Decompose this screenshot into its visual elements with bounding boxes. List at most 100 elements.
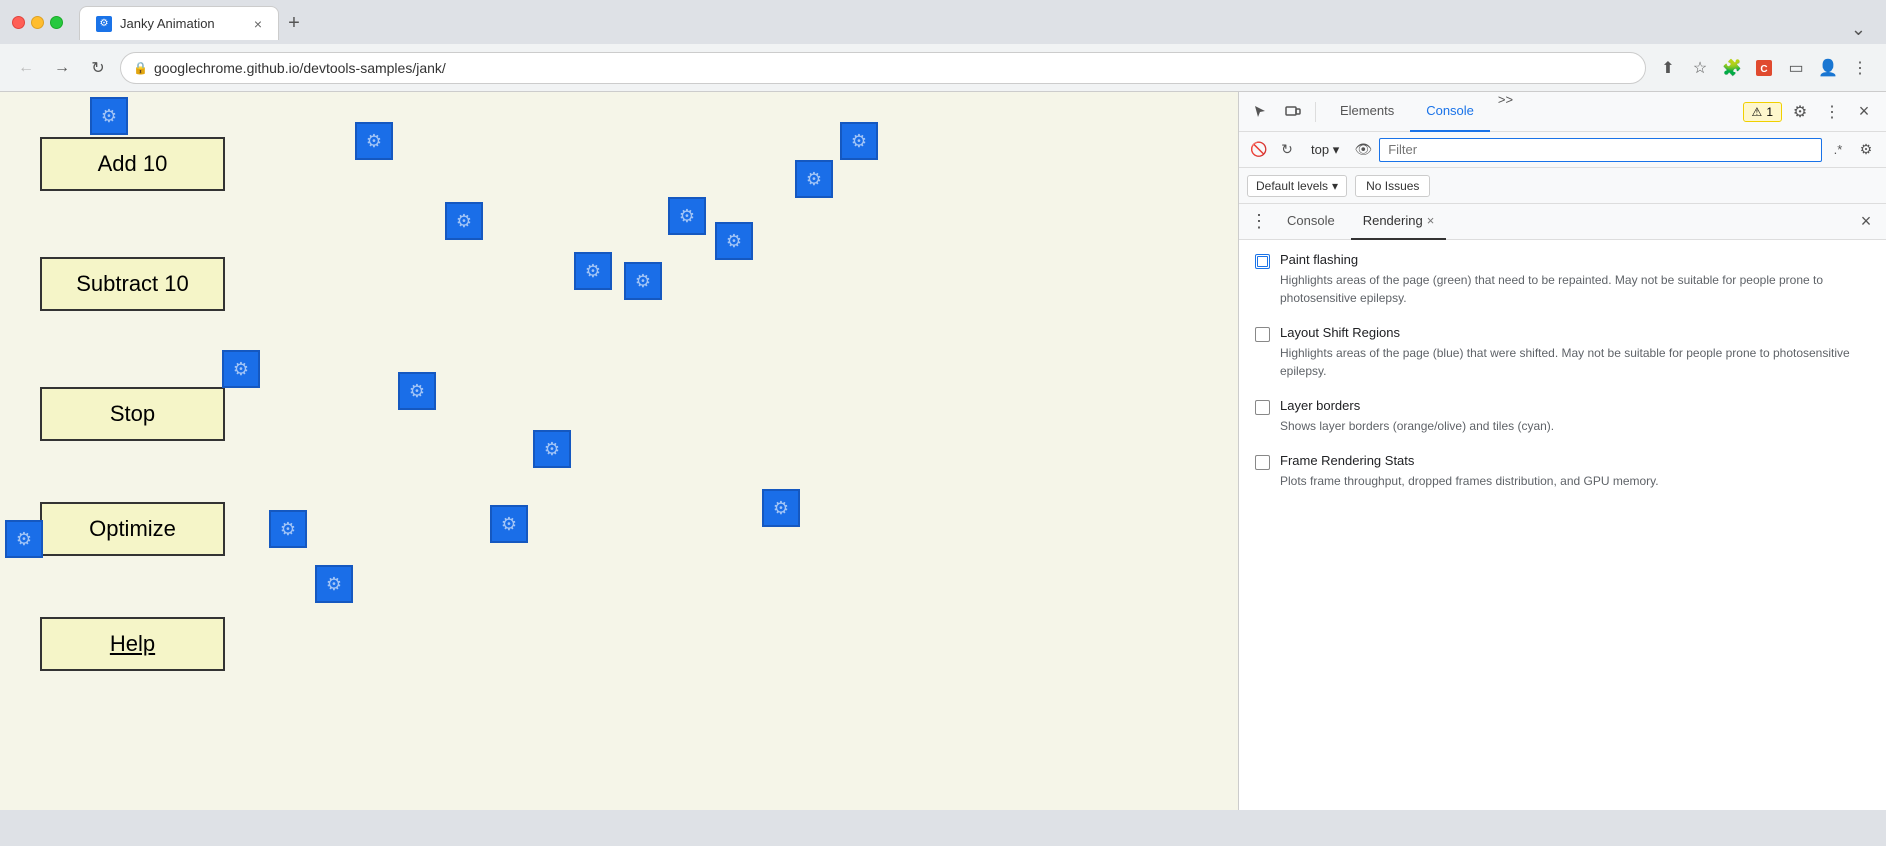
paint-flashing-header: Paint flashing	[1255, 252, 1870, 269]
tab-bar: Janky Animation × + ⌄	[79, 4, 1874, 40]
new-tab-button[interactable]: +	[279, 6, 309, 40]
devtools-tabs: Elements Console >>	[1324, 92, 1739, 132]
warning-badge[interactable]: ⚠ 1	[1743, 102, 1782, 122]
anim-box	[490, 505, 528, 543]
address-bar[interactable]: 🔒 googlechrome.github.io/devtools-sample…	[120, 52, 1646, 84]
maximize-traffic-light[interactable]	[50, 16, 63, 29]
responsive-design-icon[interactable]	[1279, 98, 1307, 126]
filter-regex-icon[interactable]: .*	[1826, 138, 1850, 162]
devtools-close-button[interactable]: ×	[1850, 98, 1878, 126]
drawer-tab-rendering[interactable]: Rendering ×	[1351, 204, 1447, 240]
frame-rendering-item: Frame Rendering Stats Plots frame throug…	[1255, 453, 1870, 490]
add-10-button[interactable]: Add 10	[40, 137, 225, 191]
default-levels-button[interactable]: Default levels ▾	[1247, 175, 1347, 197]
drawer-tab-console[interactable]: Console	[1275, 204, 1347, 240]
devtools-more-button[interactable]: ⋮	[1818, 98, 1846, 126]
forward-button[interactable]: →	[48, 54, 76, 82]
optimize-button[interactable]: Optimize	[40, 502, 225, 556]
minimize-traffic-light[interactable]	[31, 16, 44, 29]
stop-button[interactable]: Stop	[40, 387, 225, 441]
anim-box	[574, 252, 612, 290]
browser-menu-chevron[interactable]: ⌄	[1851, 19, 1866, 40]
console-clear-icon[interactable]: 🚫	[1247, 138, 1271, 162]
paint-flashing-checkbox[interactable]	[1255, 254, 1270, 269]
tab-favicon	[96, 16, 112, 32]
paint-flashing-desc: Highlights areas of the page (green) tha…	[1255, 271, 1870, 307]
url-text: googlechrome.github.io/devtools-samples/…	[154, 60, 1633, 76]
anim-box	[668, 197, 706, 235]
levels-bar: Default levels ▾ No Issues	[1239, 168, 1886, 204]
reload-button[interactable]: ↻	[84, 54, 112, 82]
anim-box	[533, 430, 571, 468]
no-issues-button[interactable]: No Issues	[1355, 175, 1430, 197]
separator	[1315, 102, 1316, 122]
console-eye-icon[interactable]: 👁	[1351, 138, 1375, 162]
paint-flashing-title: Paint flashing	[1280, 252, 1358, 267]
anim-box	[5, 520, 43, 558]
levels-chevron-icon: ▾	[1332, 179, 1338, 193]
console-refresh-icon[interactable]: ↻	[1275, 138, 1299, 162]
more-tabs-button[interactable]: >>	[1490, 92, 1521, 132]
nav-bar: ← → ↻ 🔒 googlechrome.github.io/devtools-…	[0, 44, 1886, 92]
share-button[interactable]: ⬆	[1654, 54, 1682, 82]
devtools-topbar: Elements Console >> ⚠ 1 ⚙ ⋮ ×	[1239, 92, 1886, 132]
console-filter-input[interactable]	[1379, 138, 1822, 162]
frame-rendering-checkbox[interactable]	[1255, 455, 1270, 470]
anim-box	[762, 489, 800, 527]
layer-borders-desc: Shows layer borders (orange/olive) and t…	[1255, 417, 1870, 435]
drawer-more-button[interactable]: ⋮	[1247, 210, 1271, 234]
layer-borders-item: Layer borders Shows layer borders (orang…	[1255, 398, 1870, 435]
layout-shift-title: Layout Shift Regions	[1280, 325, 1400, 340]
anim-box	[795, 160, 833, 198]
title-bar: Janky Animation × + ⌄	[0, 0, 1886, 44]
console-settings-icon[interactable]: ⚙	[1854, 138, 1878, 162]
main-area: Add 10 Subtract 10 Stop Optimize Help	[0, 92, 1886, 810]
layer-borders-title: Layer borders	[1280, 398, 1360, 413]
subtract-10-button[interactable]: Subtract 10	[40, 257, 225, 311]
back-button[interactable]: ←	[12, 54, 40, 82]
anim-box	[355, 122, 393, 160]
paint-flashing-item: Paint flashing Highlights areas of the p…	[1255, 252, 1870, 307]
anim-box	[840, 122, 878, 160]
extensions-button[interactable]: 🧩	[1718, 54, 1746, 82]
anim-box	[222, 350, 260, 388]
drawer-tabs: ⋮ Console Rendering × ×	[1239, 204, 1886, 240]
warning-icon: ⚠	[1752, 105, 1763, 119]
cursor-tool-icon[interactable]	[1247, 98, 1275, 126]
frame-rendering-title: Frame Rendering Stats	[1280, 453, 1414, 468]
nav-right-icons: ⬆ ☆ 🧩 C ▭ 👤 ⋮	[1654, 54, 1874, 82]
drawer-close-button[interactable]: ×	[1854, 210, 1878, 234]
layout-shift-desc: Highlights areas of the page (blue) that…	[1255, 344, 1870, 380]
rendering-tab-close-button[interactable]: ×	[1427, 213, 1435, 228]
console-toolbar: 🚫 ↻ top ▾ 👁 .* ⚙	[1239, 132, 1886, 168]
svg-text:C: C	[1760, 64, 1767, 75]
anim-box	[445, 202, 483, 240]
browser-menu-button[interactable]: ⋮	[1846, 54, 1874, 82]
tab-elements[interactable]: Elements	[1324, 92, 1410, 132]
anim-box	[90, 97, 128, 135]
top-context-selector[interactable]: top ▾	[1303, 142, 1347, 158]
layer-borders-checkbox[interactable]	[1255, 400, 1270, 415]
devtools-panel: Elements Console >> ⚠ 1 ⚙ ⋮ × 🚫 ↻	[1238, 92, 1886, 810]
devtools-settings-button[interactable]: ⚙	[1786, 98, 1814, 126]
close-traffic-light[interactable]	[12, 16, 25, 29]
anim-box	[715, 222, 753, 260]
frame-rendering-desc: Plots frame throughput, dropped frames d…	[1255, 472, 1870, 490]
devtools-extension-icon[interactable]: C	[1750, 54, 1778, 82]
anim-box	[624, 262, 662, 300]
layer-borders-header: Layer borders	[1255, 398, 1870, 415]
anim-box	[398, 372, 436, 410]
ssl-lock-icon: 🔒	[133, 61, 148, 75]
sidebar-toggle-button[interactable]: ▭	[1782, 54, 1810, 82]
tab-close-button[interactable]: ×	[254, 16, 262, 32]
bookmark-button[interactable]: ☆	[1686, 54, 1714, 82]
active-tab[interactable]: Janky Animation ×	[79, 6, 279, 40]
help-button[interactable]: Help	[40, 617, 225, 671]
profile-button[interactable]: 👤	[1814, 54, 1842, 82]
layout-shift-checkbox[interactable]	[1255, 327, 1270, 342]
traffic-lights	[12, 16, 63, 29]
page-content: Add 10 Subtract 10 Stop Optimize Help	[0, 92, 1238, 810]
layout-shift-header: Layout Shift Regions	[1255, 325, 1870, 342]
anim-box	[269, 510, 307, 548]
tab-console[interactable]: Console	[1410, 92, 1490, 132]
